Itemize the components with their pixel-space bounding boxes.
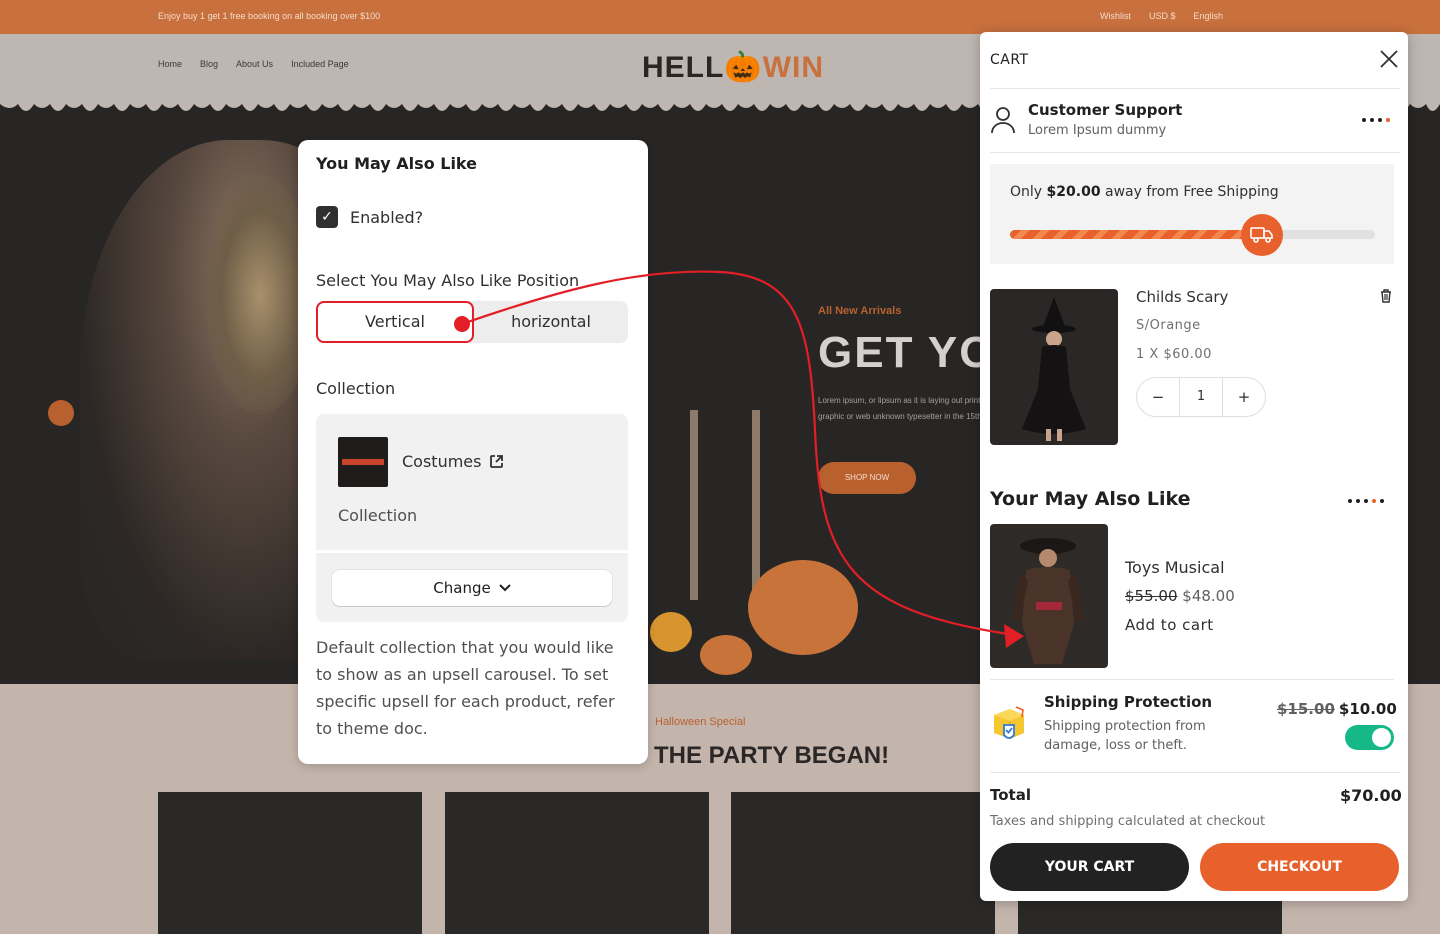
currency-select[interactable]: USD $	[1149, 11, 1176, 21]
change-collection-button[interactable]: Change	[332, 570, 612, 606]
collection-type: Collection	[338, 506, 418, 525]
total-label: Total	[990, 786, 1031, 804]
upsell-title: Your May Also Like	[990, 488, 1191, 510]
nav-blog[interactable]: Blog	[200, 59, 218, 69]
product-card[interactable]	[158, 792, 422, 934]
shipping-protection-price: $15.00 $10.00	[1277, 700, 1397, 718]
checkout-button[interactable]: CHECKOUT	[1200, 843, 1399, 891]
position-option-vertical[interactable]: Vertical	[316, 301, 474, 343]
collection-name-row[interactable]: Costumes	[402, 452, 504, 471]
announcement-bar: Enjoy buy 1 get 1 free booking on all bo…	[0, 0, 1440, 34]
decrease-quantity-button[interactable]: −	[1137, 388, 1179, 406]
shop-now-button[interactable]: SHOP NOW	[818, 462, 916, 494]
trash-icon[interactable]	[1378, 288, 1394, 304]
tax-note: Taxes and shipping calculated at checkou…	[990, 814, 1266, 829]
quantity-value[interactable]: 1	[1179, 378, 1223, 416]
you-may-also-like-settings: You May Also Like ✓ Enabled? Select You …	[298, 140, 648, 764]
upsell-price: $48.00	[1182, 587, 1235, 605]
collection-help-text: Default collection that you would like t…	[316, 638, 615, 738]
shipping-prefix: Only	[1010, 184, 1043, 200]
product-card[interactable]	[731, 792, 995, 934]
cart-item-name[interactable]: Childs Scary	[1136, 288, 1228, 306]
quantity-stepper: − 1 +	[1136, 377, 1266, 417]
shipping-suffix: away from Free Shipping	[1105, 184, 1279, 200]
site-logo[interactable]: HELL🎃WIN	[642, 50, 824, 85]
pumpkin-decoration	[700, 635, 752, 675]
more-options-icon[interactable]	[1362, 118, 1390, 122]
hero-kicker: All New Arrivals	[818, 305, 902, 317]
nav-home[interactable]: Home	[158, 59, 182, 69]
witch-hat-icon: 🎃	[724, 51, 763, 84]
protection-price: $10.00	[1338, 700, 1397, 718]
support-title: Customer Support	[1028, 101, 1183, 119]
pumpkin-decoration	[650, 612, 692, 652]
cart-item-price: 1 X $60.00	[1136, 347, 1212, 362]
enabled-checkbox[interactable]: ✓	[316, 206, 338, 228]
position-label: Select You May Also Like Position	[316, 271, 580, 290]
close-icon[interactable]	[1378, 48, 1400, 70]
settings-title: You May Also Like	[316, 154, 477, 173]
nav-included-page[interactable]: Included Page	[291, 59, 349, 69]
shipping-protection-toggle[interactable]	[1345, 725, 1394, 750]
truck-icon	[1240, 214, 1283, 256]
your-cart-button[interactable]: YOUR CART	[990, 843, 1189, 891]
divider	[990, 772, 1400, 773]
promo-text: Enjoy buy 1 get 1 free booking on all bo…	[158, 11, 381, 21]
upsell-old-price: $55.00	[1125, 587, 1178, 605]
easel-decoration	[690, 410, 760, 600]
collection-label: Collection	[316, 379, 396, 398]
hero-text: Lorem ipsum, or lipsum as it is laying o…	[818, 396, 983, 421]
pumpkin-decoration	[748, 560, 858, 655]
position-option-horizontal[interactable]: horizontal	[474, 301, 628, 343]
main-nav: Home Blog About Us Included Page	[158, 59, 349, 69]
upsell-product-image[interactable]	[990, 524, 1108, 668]
enabled-label: Enabled?	[350, 207, 424, 227]
shipping-progress-fill	[1010, 230, 1262, 239]
shipping-protection-icon	[994, 706, 1024, 739]
shipping-progress-bar	[1010, 230, 1375, 239]
collection-name: Costumes	[402, 452, 482, 471]
collection-thumbnail	[338, 437, 388, 487]
chevron-down-icon	[499, 584, 511, 592]
section-kicker: Halloween Special	[655, 716, 746, 728]
upsell-product-prices: $55.00 $48.00	[1125, 587, 1235, 605]
collection-divider	[316, 550, 628, 553]
collection-picker: Costumes Collection Change	[316, 414, 628, 622]
shipping-protection-title: Shipping Protection	[1044, 693, 1213, 711]
cart-drawer: CART Customer Support Lorem Ipsum dummy …	[980, 32, 1408, 901]
free-shipping-message: Only $20.00 away from Free Shipping	[1010, 184, 1279, 200]
position-segmented-control: horizontal Vertical	[316, 301, 628, 343]
product-card[interactable]	[445, 792, 709, 934]
check-icon: ✓	[321, 209, 333, 225]
cart-title: CART	[990, 52, 1029, 68]
upsell-add-to-cart-button[interactable]: Add to cart	[1125, 616, 1214, 634]
nav-about[interactable]: About Us	[236, 59, 273, 69]
toggle-knob	[1372, 728, 1391, 747]
logo-text-left: HELL	[642, 51, 725, 84]
logo-text-right: WIN	[762, 51, 825, 84]
more-options-icon[interactable]	[1348, 499, 1384, 503]
divider	[990, 679, 1394, 680]
cart-item-image[interactable]	[990, 289, 1118, 445]
slider-prev-button[interactable]	[48, 400, 74, 426]
total-value: $70.00	[1340, 786, 1402, 805]
divider	[990, 88, 1400, 89]
protection-old-price: $15.00	[1277, 700, 1335, 718]
upsell-product-name[interactable]: Toys Musical	[1125, 558, 1225, 577]
cart-item-variant: S/Orange	[1136, 318, 1201, 333]
wishlist-link[interactable]: Wishlist	[1100, 11, 1131, 21]
shipping-amount: $20.00	[1046, 184, 1101, 200]
external-link-icon[interactable]	[489, 454, 504, 469]
user-icon	[991, 107, 1015, 134]
language-select[interactable]: English	[1194, 11, 1224, 21]
support-subtitle: Lorem Ipsum dummy	[1028, 123, 1167, 138]
enabled-row: ✓ Enabled?	[316, 206, 423, 228]
increase-quantity-button[interactable]: +	[1223, 388, 1265, 406]
shipping-protection-description: Shipping protection from damage, loss or…	[1044, 719, 1206, 753]
divider	[990, 152, 1400, 153]
free-shipping-progress: Only $20.00 away from Free Shipping	[990, 164, 1394, 264]
change-label: Change	[433, 579, 491, 597]
